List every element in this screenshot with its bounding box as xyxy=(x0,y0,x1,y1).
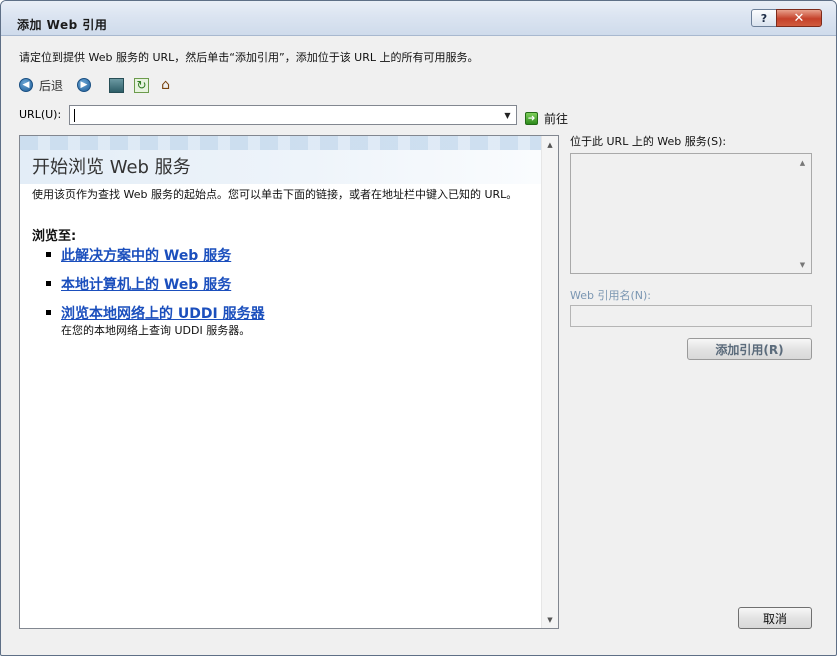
help-button[interactable]: ? xyxy=(751,9,777,27)
help-icon: ? xyxy=(760,11,768,25)
services-scrollbar[interactable]: ▲ ▼ xyxy=(794,154,811,273)
intro-text: 使用该页作为查找 Web 服务的起始点。您可以单击下面的链接，或者在地址栏中键入… xyxy=(32,188,518,201)
services-label: 位于此 URL 上的 Web 服务(S): xyxy=(570,135,727,148)
start-page-banner: 开始浏览 Web 服务 xyxy=(20,136,541,184)
go-label: 前往 xyxy=(544,112,569,126)
text-caret xyxy=(74,109,75,122)
local-machine-services-link[interactable]: 本地计算机上的 Web 服务 xyxy=(61,274,231,294)
forward-arrow-icon[interactable]: ▶ xyxy=(77,78,92,92)
solution-services-link[interactable]: 此解决方案中的 Web 服务 xyxy=(61,245,231,265)
services-listbox[interactable]: ▲ ▼ xyxy=(570,153,812,274)
browser-pane[interactable]: 开始浏览 Web 服务 使用该页作为查找 Web 服务的起始点。您可以单击下面的… xyxy=(19,135,559,629)
reference-name-field[interactable] xyxy=(570,305,812,327)
browser-scrollbar[interactable]: ▲ ▼ xyxy=(541,136,558,628)
uddi-description: 在您的本地网络上查询 UDDI 服务器。 xyxy=(61,324,251,337)
bullet xyxy=(46,281,51,286)
stop-icon[interactable] xyxy=(109,77,125,93)
add-reference-button[interactable]: 添加引用(R) xyxy=(687,338,812,360)
bullet xyxy=(46,310,51,315)
back-arrow-icon[interactable]: ◀ xyxy=(19,78,33,92)
navigation-toolbar: ◀ 后退 ▶ ↻ ⌂ xyxy=(19,75,173,95)
refresh-icon[interactable]: ↻ xyxy=(134,77,150,93)
browse-to-heading: 浏览至: xyxy=(32,229,77,244)
title-bar: 添加 Web 引用 ? ✕ xyxy=(1,1,836,36)
go-arrow-icon: ➜ xyxy=(525,112,538,125)
home-icon[interactable]: ⌂ xyxy=(158,77,173,93)
back-button-label[interactable]: 后退 xyxy=(39,77,63,94)
close-button[interactable]: ✕ xyxy=(776,9,822,27)
reference-name-label: Web 引用名(N): xyxy=(570,289,651,302)
description-text: 请定位到提供 Web 服务的 URL，然后单击“添加引用”，添加位于该 URL … xyxy=(19,51,479,64)
bullet xyxy=(46,252,51,257)
scroll-up-icon[interactable]: ▲ xyxy=(542,136,558,153)
scroll-up-icon[interactable]: ▲ xyxy=(794,154,811,171)
scroll-down-icon[interactable]: ▼ xyxy=(542,611,558,628)
go-button[interactable]: ➜ 前往 xyxy=(525,110,568,127)
window-title: 添加 Web 引用 xyxy=(17,18,108,32)
banner-stripe xyxy=(20,136,541,150)
cancel-button[interactable]: 取消 xyxy=(738,607,812,629)
add-web-reference-dialog: 添加 Web 引用 ? ✕ 请定位到提供 Web 服务的 URL，然后单击“添加… xyxy=(0,0,837,656)
close-icon: ✕ xyxy=(793,10,805,26)
url-combobox[interactable]: ▼ xyxy=(69,105,517,125)
scroll-down-icon[interactable]: ▼ xyxy=(794,256,811,273)
url-label: URL(U): xyxy=(19,108,62,121)
page-heading: 开始浏览 Web 服务 xyxy=(32,157,191,178)
uddi-servers-link[interactable]: 浏览本地网络上的 UDDI 服务器 xyxy=(61,303,265,323)
chevron-down-icon[interactable]: ▼ xyxy=(499,106,516,124)
